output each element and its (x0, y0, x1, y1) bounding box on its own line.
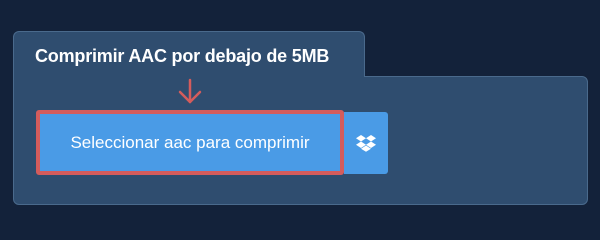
dropbox-icon (356, 135, 376, 152)
select-file-label: Seleccionar aac para comprimir (70, 132, 310, 152)
compress-widget: Comprimir AAC por debajo de 5MB Seleccio… (0, 0, 600, 230)
dropbox-button[interactable] (344, 112, 388, 174)
arrow-down-icon (178, 78, 202, 104)
select-file-button[interactable]: Seleccionar aac para comprimir (36, 110, 344, 175)
panel-title: Comprimir AAC por debajo de 5MB (35, 46, 330, 66)
